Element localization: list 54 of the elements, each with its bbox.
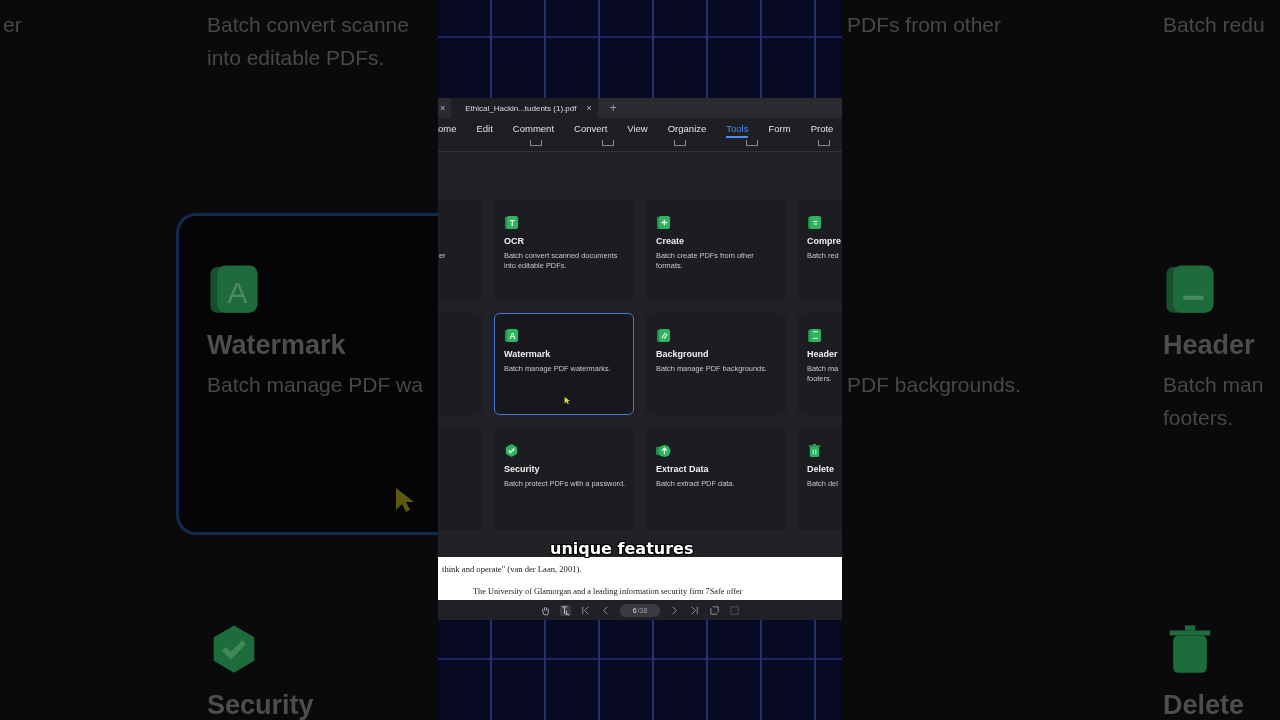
card-title: Security [504, 463, 541, 476]
card-description: er [3, 12, 23, 38]
document-text: The University of Glamorgan and a leading information security firm 7Safe offer [472, 587, 744, 597]
menu-tab[interactable]: Convert [574, 120, 608, 138]
striped-document-icon [656, 328, 671, 343]
last-page-icon[interactable] [689, 604, 700, 616]
card-title: Watermark [504, 348, 552, 361]
select-text-icon[interactable] [560, 604, 571, 616]
shield-check-icon [504, 443, 519, 458]
new-tab-button[interactable]: + [601, 101, 625, 115]
tab-title: Ethical_Hackin...tudents (1).pdf [465, 103, 577, 113]
card-title: Extract Data [656, 463, 710, 476]
card-description: Batch manage PDF wa [207, 372, 424, 398]
card-title: Create [656, 235, 685, 248]
next-page-icon[interactable] [669, 604, 680, 616]
document-icon [807, 328, 822, 343]
card-description: Batch redu [1163, 12, 1266, 38]
menu-tab[interactable]: Comment [512, 120, 555, 138]
video-caption: unique features [550, 539, 694, 558]
card-description: PDF backgrounds. [847, 372, 1022, 398]
card-title: Compre [807, 235, 841, 248]
document-tab[interactable]: Ethical_Hackin...tudents (1).pdf × [451, 98, 598, 118]
card-title: Security [207, 689, 315, 720]
letter-document-icon: T [504, 215, 519, 230]
menu-tab[interactable]: Organize [667, 120, 707, 138]
fit-page-icon[interactable] [709, 604, 720, 616]
card-title: Header [807, 348, 839, 361]
document-icon [807, 215, 822, 230]
menu-tab[interactable]: Prote [810, 120, 834, 138]
card-description: PDFs from other [847, 12, 1003, 38]
menu-tab[interactable]: ome [438, 120, 457, 138]
document-text: think and operate" (van der Laan, 2001). [442, 564, 583, 574]
first-page-icon[interactable] [580, 604, 591, 616]
card-title: OCR [504, 235, 525, 248]
card-title: Delete [807, 463, 835, 476]
trash-icon [807, 443, 822, 458]
menu-tab[interactable]: Tools [726, 120, 749, 138]
hand-icon[interactable] [540, 604, 551, 616]
plus-document-icon [656, 215, 671, 230]
arrow-circle-icon [656, 443, 671, 458]
close-tab-button[interactable]: × [584, 103, 594, 113]
card-title: Watermark [207, 329, 347, 362]
previous-page-icon[interactable] [600, 604, 611, 616]
card-title: Header [1163, 329, 1256, 362]
card-title: Delete [1163, 689, 1246, 720]
close-tab-button[interactable]: × [438, 103, 448, 113]
card-description: Batch man footers. [1163, 372, 1265, 431]
card-description: Batch convert scanne into editable PDFs. [207, 12, 410, 71]
menu-tab[interactable]: View [627, 120, 648, 138]
letter-document-icon: A [504, 328, 519, 343]
menu-tab[interactable]: Form [768, 120, 791, 138]
card-title: Background [656, 348, 710, 361]
document-icon [1163, 262, 1217, 316]
menu-tab[interactable]: Edit [476, 120, 493, 138]
